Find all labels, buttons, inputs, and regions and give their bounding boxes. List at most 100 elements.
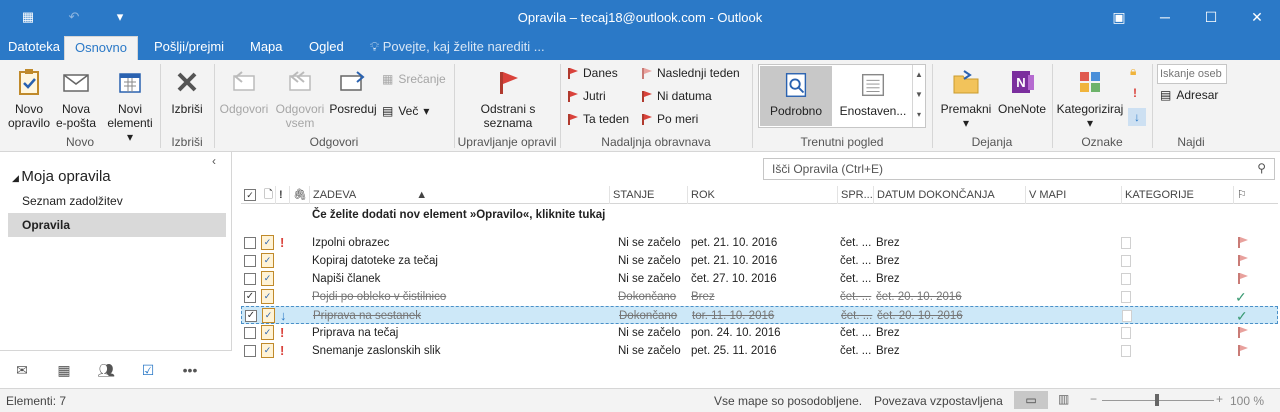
complete-checkbox[interactable]	[244, 345, 256, 357]
category-box[interactable]	[1121, 291, 1131, 303]
more-button[interactable]: ▤ Več ▾	[382, 104, 429, 118]
complete-checkbox[interactable]	[244, 237, 256, 249]
followup-flag-icon[interactable]	[1238, 327, 1248, 341]
zoom-level[interactable]: 100 %	[1230, 394, 1264, 408]
folder-todo-list[interactable]: Seznam zadolžitev	[22, 194, 123, 208]
tab-osnovno[interactable]: Osnovno	[64, 36, 138, 60]
category-box[interactable]	[1122, 310, 1132, 322]
icon-column-icon[interactable]: 🗋︎	[261, 186, 275, 204]
delete-button[interactable]: Izbriši	[166, 66, 208, 116]
complete-checkbox[interactable]	[244, 255, 256, 267]
close-button[interactable]: ✕	[1234, 0, 1280, 34]
flag-tomorrow-button[interactable]: Jutri	[568, 89, 606, 103]
column-due-date[interactable]: ROK	[687, 186, 837, 204]
tab-ogled[interactable]: Ogled	[301, 36, 352, 60]
task-due-date: pet. 21. 10. 2016	[691, 237, 778, 249]
onenote-button[interactable]: N OneNote	[994, 66, 1050, 116]
complete-checkbox[interactable]	[244, 273, 256, 285]
low-importance-icon[interactable]: ↓	[1128, 108, 1146, 126]
flag-custom-button[interactable]: Po meri	[642, 112, 698, 126]
complete-checkbox[interactable]: ✓	[244, 291, 256, 303]
category-box[interactable]	[1121, 273, 1131, 285]
column-subject[interactable]: ZADEVA ▲	[309, 186, 609, 204]
zoom-out-icon[interactable]: −	[1090, 392, 1097, 406]
column-modified[interactable]: SPR...	[837, 186, 873, 204]
search-people-input[interactable]	[1157, 64, 1227, 84]
tab-datoteka[interactable]: Datoteka	[0, 36, 68, 60]
high-importance-icon: !	[280, 343, 285, 358]
more-apps-icon[interactable]: •••	[178, 361, 202, 379]
move-button[interactable]: Premakni ▾	[938, 66, 994, 130]
followup-flag-icon[interactable]	[1238, 273, 1248, 287]
table-row[interactable]: ✓ ✓ Pojdi po obleko v čistilnico Dokončano B…	[241, 288, 1278, 306]
maximize-button[interactable]: ☐	[1188, 0, 1234, 34]
forward-icon	[340, 71, 365, 91]
followup-flag-icon[interactable]	[1238, 255, 1248, 269]
calendar-icon[interactable]: ▦	[52, 361, 76, 379]
followup-flag-icon[interactable]	[1238, 237, 1248, 251]
importance-column-icon[interactable]: !	[275, 186, 289, 204]
table-row[interactable]: ✓ Napiši članek Ni se začelo čet. 27. 10. 2…	[241, 270, 1278, 288]
complete-column-icon[interactable]: ✓	[244, 189, 256, 201]
tab-mapa[interactable]: Mapa	[242, 36, 291, 60]
reply-all-button[interactable]: Odgovori vsem	[272, 66, 328, 130]
meeting-button[interactable]: ▦ Srečanje	[382, 72, 446, 86]
folder-tasks[interactable]: Opravila	[8, 213, 226, 237]
table-row[interactable]: ✓! Priprava na tečaj Ni se začelo pon. 24. …	[241, 324, 1278, 342]
categorize-button[interactable]: Kategoriziraj ▾	[1054, 66, 1126, 130]
view-detailed-button[interactable]: Podrobno	[760, 66, 832, 126]
new-items-button[interactable]: Novi elementi ▾	[104, 66, 156, 144]
forward-button[interactable]: Posreduj	[328, 66, 378, 116]
flag-today-button[interactable]: Danes	[568, 66, 618, 80]
new-email-button[interactable]: Nova e-pošta	[54, 66, 98, 130]
folder-group-my-tasks[interactable]: ◢ Moja opravila	[12, 168, 111, 185]
tab-poslji-prejmi[interactable]: Pošlji/prejmi	[146, 36, 232, 60]
address-book-button[interactable]: ▤ Adresar	[1160, 88, 1218, 102]
reading-view-icon[interactable]: ▥	[1058, 392, 1069, 406]
mail-icon[interactable]: ✉	[10, 361, 34, 379]
remove-from-list-button[interactable]: Odstrani s seznama	[474, 66, 542, 130]
completed-check-icon[interactable]: ✓	[1236, 307, 1248, 325]
task-clipboard-icon	[19, 69, 39, 95]
flag-next-week-button[interactable]: Naslednji teden	[642, 66, 740, 80]
minimize-button[interactable]: ─	[1142, 0, 1188, 34]
category-box[interactable]	[1121, 237, 1131, 249]
new-task-button[interactable]: Novo opravilo	[6, 66, 52, 130]
tell-me-box[interactable]: 💡︎ Povejte, kaj želite narediti ...	[362, 36, 553, 60]
view-simple-button[interactable]: Enostaven...	[836, 70, 910, 118]
search-tasks-input[interactable]: Išči Opravila (Ctrl+E) ⚲	[763, 158, 1275, 180]
column-categories[interactable]: KATEGORIJE	[1121, 186, 1233, 204]
complete-checkbox[interactable]	[244, 327, 256, 339]
zoom-slider-thumb[interactable]	[1155, 394, 1159, 406]
category-box[interactable]	[1121, 255, 1131, 267]
complete-checkbox[interactable]: ✓	[245, 310, 257, 322]
attachment-column-icon[interactable]: 🖇︎	[289, 186, 309, 204]
column-date-completed[interactable]: DATUM DOKONČANJA	[873, 186, 1025, 204]
table-row[interactable]: ✓! Snemanje zaslonskih slik Ni se začelo pe…	[241, 342, 1278, 360]
people-icon[interactable]: 👥︎	[94, 361, 118, 379]
private-lock-icon[interactable]: 🔒︎	[1130, 64, 1136, 79]
task-date-completed: Brez	[876, 327, 900, 339]
table-row[interactable]: ✓! Izpolni obrazec Ni se začelo pet. 21. 10…	[241, 234, 1278, 252]
gallery-scroll[interactable]: ▲ ▼ ▾	[912, 65, 925, 127]
tasks-icon[interactable]: ☑	[136, 361, 160, 379]
category-box[interactable]	[1121, 327, 1131, 339]
flag-no-date-button[interactable]: Ni datuma	[642, 89, 712, 103]
normal-view-icon[interactable]: ▭	[1014, 391, 1048, 409]
high-importance-icon: !	[280, 235, 285, 250]
completed-check-icon[interactable]: ✓	[1235, 288, 1247, 306]
new-item-row[interactable]: Če želite dodati nov element »Opravilo«,…	[241, 206, 1278, 224]
flag-column-icon[interactable]: ⚐	[1233, 186, 1278, 204]
table-row[interactable]: ✓ ✓ ↓ Priprava na sestanek Dokončano tor. 11.…	[241, 306, 1278, 324]
column-in-folder[interactable]: V MAPI	[1025, 186, 1121, 204]
collapse-pane-icon[interactable]: ‹	[212, 154, 216, 168]
followup-flag-icon[interactable]	[1238, 345, 1248, 359]
high-importance-icon[interactable]: !	[1133, 86, 1137, 100]
category-box[interactable]	[1121, 345, 1131, 357]
ribbon-display-options-icon[interactable]: ▣	[1096, 0, 1142, 34]
zoom-in-icon[interactable]: +	[1216, 392, 1223, 406]
reply-button[interactable]: Odgovori	[218, 66, 270, 116]
table-row[interactable]: ✓ Kopiraj datoteke za tečaj Ni se začelo pe…	[241, 252, 1278, 270]
flag-this-week-button[interactable]: Ta teden	[568, 112, 629, 126]
column-status[interactable]: STANJE	[609, 186, 687, 204]
